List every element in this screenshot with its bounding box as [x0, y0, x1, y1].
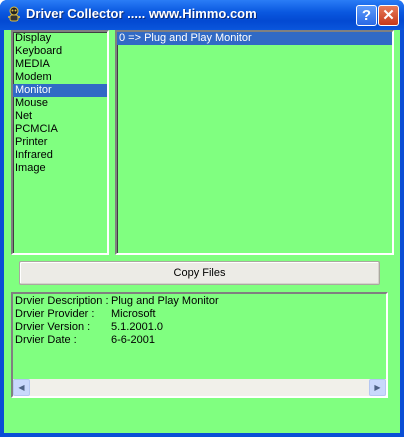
window-title: Driver Collector ..... www.Himmo.com [26, 6, 257, 21]
close-button[interactable]: ✕ [378, 5, 399, 26]
category-item-pcmcia[interactable]: PCMCIA [13, 123, 107, 136]
help-button[interactable]: ? [356, 5, 377, 26]
category-item-media[interactable]: MEDIA [13, 58, 107, 71]
category-item-display[interactable]: Display [13, 32, 107, 45]
scroll-left-icon[interactable]: ◀ [13, 379, 30, 396]
copy-files-button[interactable]: Copy Files [19, 261, 380, 285]
provider-value: Microsoft [111, 308, 156, 320]
horizontal-scrollbar[interactable]: ◀ ▶ [13, 379, 386, 396]
date-value: 6-6-2001 [111, 334, 156, 346]
version-value: 5.1.2001.0 [111, 321, 163, 333]
app-window: Driver Collector ..... www.Himmo.com ? ✕… [0, 0, 404, 437]
version-label: Drvier Version : [15, 321, 91, 333]
category-item-printer[interactable]: Printer [13, 136, 107, 149]
category-item-net[interactable]: Net [13, 110, 107, 123]
category-item-modem[interactable]: Modem [13, 71, 107, 84]
category-list[interactable]: Display Keyboard MEDIA Modem Monitor Mouse Net… [11, 30, 109, 255]
provider-label: Drvier Provider : [15, 308, 95, 320]
category-item-infrared[interactable]: Infrared [13, 149, 107, 162]
category-item-image[interactable]: Image [13, 162, 107, 175]
driver-collector-icon [8, 6, 20, 22]
driver-item[interactable]: 0 => Plug and Play Monitor [117, 32, 392, 45]
description-value: Plug and Play Monitor [111, 295, 219, 307]
scroll-right-icon[interactable]: ▶ [369, 379, 386, 396]
category-item-monitor[interactable]: Monitor [13, 84, 107, 97]
driver-list[interactable]: 0 => Plug and Play Monitor [115, 30, 394, 255]
category-item-mouse[interactable]: Mouse [13, 97, 107, 110]
window-bottom-border [0, 433, 404, 437]
category-item-keyboard[interactable]: Keyboard [13, 45, 107, 58]
description-label: Drvier Description : [15, 295, 109, 307]
client-area: Display Keyboard MEDIA Modem Monitor Mouse Net… [4, 30, 400, 433]
driver-details-box[interactable]: Drvier Description : Plug and Play Monit… [11, 292, 388, 398]
title-bar[interactable]: Driver Collector ..... www.Himmo.com ? ✕ [0, 0, 404, 30]
date-label: Drvier Date : [15, 334, 77, 346]
